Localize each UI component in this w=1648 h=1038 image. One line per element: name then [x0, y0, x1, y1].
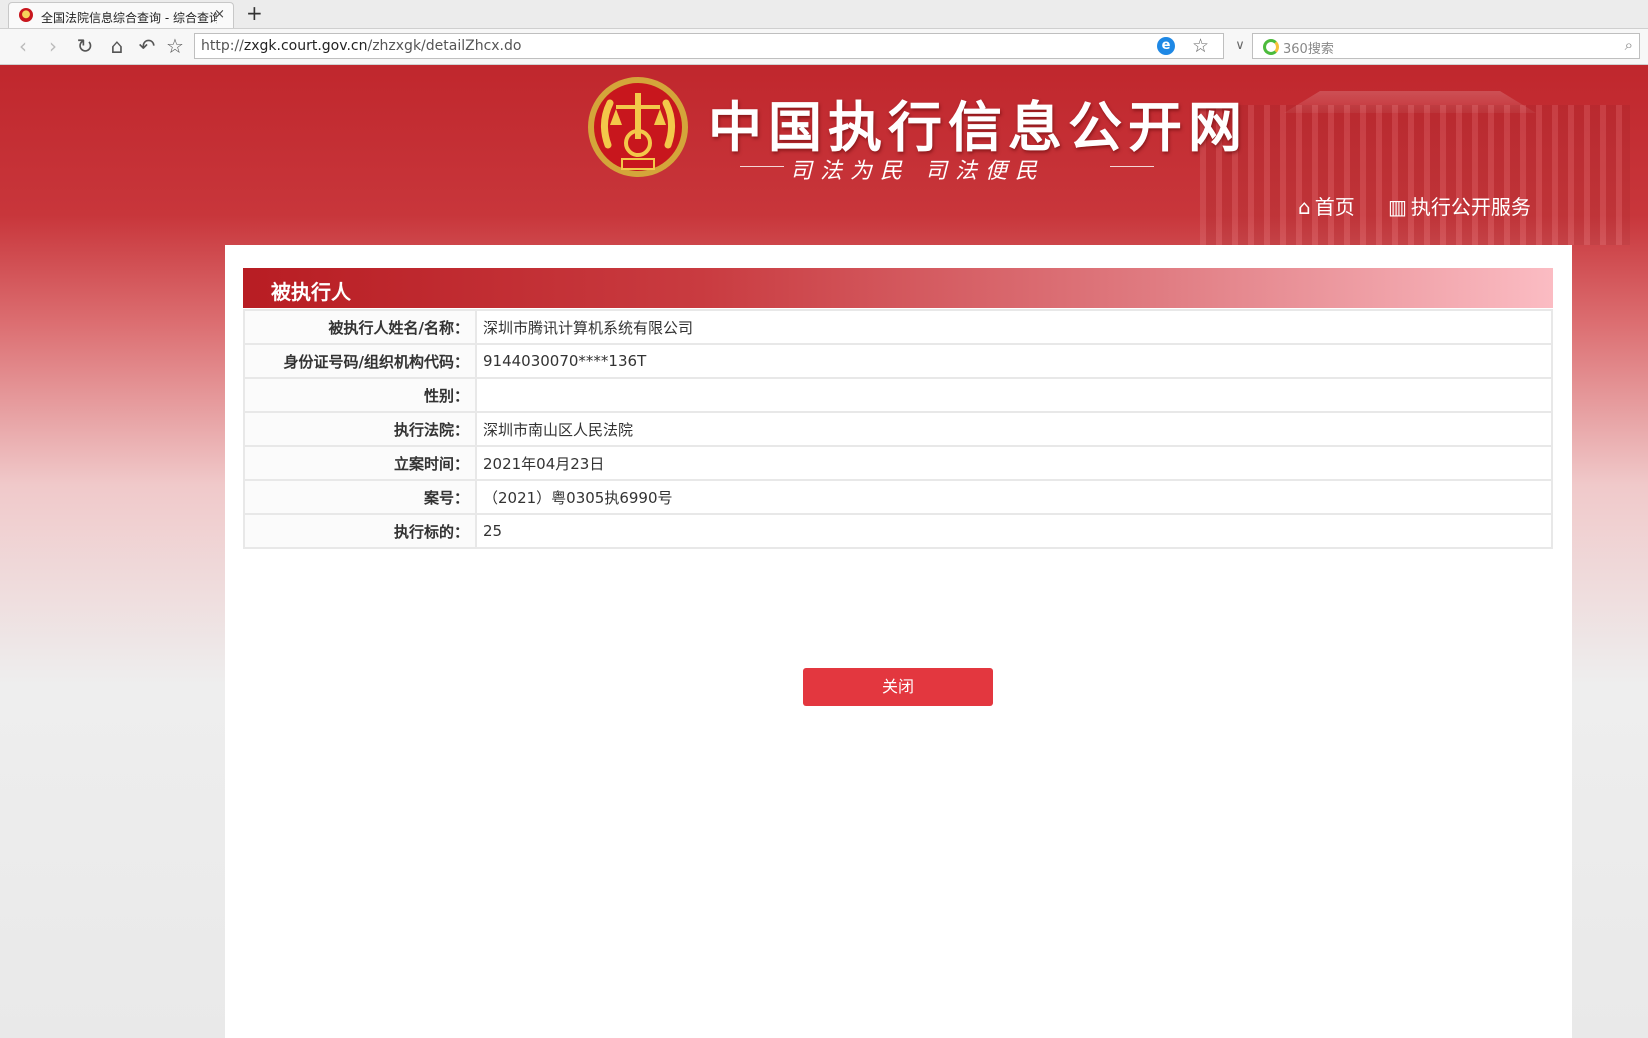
- field-value: [475, 377, 1553, 413]
- ie-compat-icon[interactable]: e: [1157, 37, 1175, 55]
- url-path: /zhzxgk/detailZhcx.do: [367, 38, 522, 54]
- nav-link-execution-service[interactable]: ▥ 执行公开服务: [1388, 191, 1531, 220]
- section-header: 被执行人: [243, 268, 1553, 308]
- table-row: 被执行人姓名/名称： 深圳市腾讯计算机系统有限公司: [243, 309, 1553, 345]
- search-icon[interactable]: ⌕: [1625, 36, 1633, 54]
- close-tab-icon[interactable]: ×: [214, 7, 225, 22]
- site-banner: 中国执行信息公开网 司法为民 司法便民 ⌂ 首页 ▥ 执行公开服务: [0, 65, 1648, 245]
- search-placeholder: 360搜索: [1283, 42, 1334, 57]
- field-label: 执行法院：: [243, 411, 477, 447]
- site-title: 中国执行信息公开网: [708, 95, 1248, 159]
- field-value: 深圳市腾讯计算机系统有限公司: [475, 309, 1553, 345]
- forward-icon[interactable]: ›: [40, 33, 66, 59]
- back-icon[interactable]: ‹: [10, 33, 36, 59]
- table-row: 执行标的： 25: [243, 513, 1553, 549]
- page-content: 中国执行信息公开网 司法为民 司法便民 ⌂ 首页 ▥ 执行公开服务 被执行人 被执行…: [0, 65, 1648, 1038]
- section-title: 被执行人: [271, 280, 351, 304]
- new-tab-button[interactable]: +: [246, 1, 263, 25]
- bookmark-star-icon[interactable]: ☆: [1192, 35, 1209, 57]
- field-label: 案号：: [243, 479, 477, 515]
- courthouse-building-image: [1200, 105, 1630, 245]
- field-label: 被执行人姓名/名称：: [243, 309, 477, 345]
- field-value: 25: [475, 513, 1553, 549]
- site-slogan: 司法为民 司法便民: [790, 159, 1045, 184]
- table-row: 身份证号码/组织机构代码： 9144030070****136T: [243, 343, 1553, 379]
- field-label: 身份证号码/组织机构代码：: [243, 343, 477, 379]
- browser-tab-bar: 全国法院信息综合查询 - 综合查询 × +: [0, 0, 1648, 29]
- nav-link-home[interactable]: ⌂ 首页: [1298, 191, 1355, 220]
- court-emblem-icon: [588, 77, 688, 177]
- search-engine-logo-icon: [1263, 39, 1279, 55]
- field-value: 2021年04月23日: [475, 445, 1553, 481]
- url-text: http://zxgk.court.gov.cn/zhzxgk/detailZh…: [201, 38, 521, 54]
- favorite-icon[interactable]: ☆: [162, 33, 188, 59]
- url-scheme: http://: [201, 38, 244, 54]
- field-label: 立案时间：: [243, 445, 477, 481]
- home-icon: ⌂: [1298, 195, 1311, 219]
- detail-panel: 被执行人 被执行人姓名/名称： 深圳市腾讯计算机系统有限公司 身份证号码/组织机…: [225, 245, 1572, 1038]
- tab-title: 全国法院信息综合查询 - 综合查询: [41, 11, 217, 25]
- table-row: 立案时间： 2021年04月23日: [243, 445, 1553, 481]
- field-value: 深圳市南山区人民法院: [475, 411, 1553, 447]
- table-row: 执行法院： 深圳市南山区人民法院: [243, 411, 1553, 447]
- search-box[interactable]: 360搜索 ⌕: [1252, 33, 1640, 59]
- browser-tab[interactable]: 全国法院信息综合查询 - 综合查询 ×: [8, 2, 234, 28]
- nav-link-label: 首页: [1314, 195, 1355, 219]
- field-value: （2021）粤0305执6990号: [475, 479, 1553, 515]
- browser-toolbar: ‹ › ↻ ⌂ ↶ ☆ http://zxgk.court.gov.cn/zhz…: [0, 29, 1648, 65]
- nav-link-label: 执行公开服务: [1410, 195, 1531, 219]
- detail-table: 被执行人姓名/名称： 深圳市腾讯计算机系统有限公司 身份证号码/组织机构代码： …: [243, 309, 1553, 549]
- chevron-down-icon[interactable]: ∨: [1230, 33, 1250, 59]
- slogan-divider-left: [740, 166, 784, 167]
- close-button[interactable]: 关闭: [803, 668, 993, 706]
- url-host: zxgk.court.gov.cn: [243, 38, 368, 54]
- home-icon[interactable]: ⌂: [104, 33, 130, 59]
- field-value: 9144030070****136T: [475, 343, 1553, 379]
- chart-icon: ▥: [1388, 195, 1407, 219]
- undo-icon[interactable]: ↶: [134, 33, 160, 59]
- field-label: 性别：: [243, 377, 477, 413]
- table-row: 性别：: [243, 377, 1553, 413]
- field-label: 执行标的：: [243, 513, 477, 549]
- reload-icon[interactable]: ↻: [72, 33, 98, 59]
- slogan-divider-right: [1110, 166, 1154, 167]
- address-bar[interactable]: http://zxgk.court.gov.cn/zhzxgk/detailZh…: [194, 33, 1224, 59]
- court-favicon-icon: [19, 8, 33, 22]
- table-row: 案号： （2021）粤0305执6990号: [243, 479, 1553, 515]
